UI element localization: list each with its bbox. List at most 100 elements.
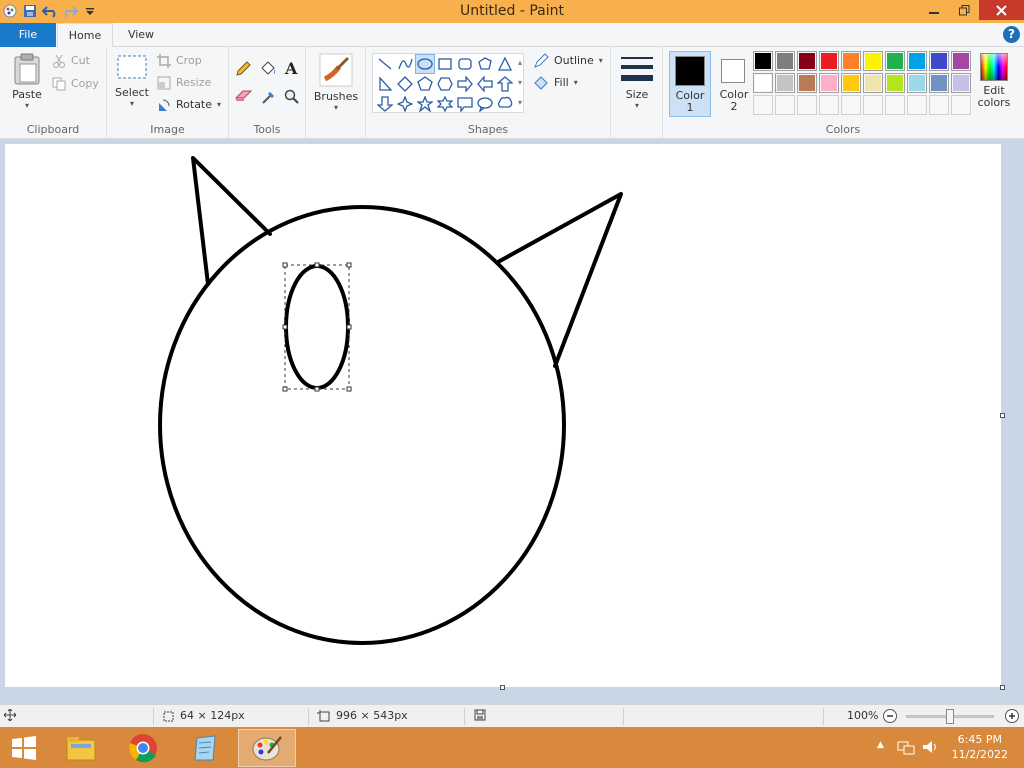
- zoom-out-button[interactable]: [882, 708, 898, 724]
- diamond-shape-icon[interactable]: [395, 74, 415, 94]
- taskbar-chrome[interactable]: [114, 729, 172, 767]
- custom-color-slot[interactable]: [797, 95, 817, 115]
- rounded-rectangle-shape-icon[interactable]: [455, 54, 475, 74]
- four-point-star-shape-icon[interactable]: [395, 94, 415, 114]
- custom-color-slot[interactable]: [863, 95, 883, 115]
- color-swatch[interactable]: [841, 51, 861, 71]
- color-picker-icon[interactable]: [261, 89, 277, 108]
- taskbar-file-explorer[interactable]: [52, 729, 110, 767]
- outline-button[interactable]: Outline ▾: [533, 51, 603, 71]
- color-swatch[interactable]: [775, 51, 795, 71]
- color-swatch[interactable]: [819, 51, 839, 71]
- cloud-callout-shape-icon[interactable]: [495, 94, 515, 114]
- edit-colors-button[interactable]: Edit colors: [977, 53, 1011, 119]
- volume-icon[interactable]: [921, 739, 939, 758]
- select-button[interactable]: Select ▾: [113, 53, 151, 108]
- oval-shape-icon[interactable]: [415, 54, 435, 74]
- color-swatch[interactable]: [907, 51, 927, 71]
- five-point-star-shape-icon[interactable]: [415, 94, 435, 114]
- color-swatch[interactable]: [907, 73, 927, 93]
- network-icon[interactable]: [897, 739, 915, 758]
- pentagon-shape-icon[interactable]: [415, 74, 435, 94]
- text-tool-icon[interactable]: A: [285, 59, 297, 78]
- zoom-in-button[interactable]: [1004, 708, 1020, 724]
- color-swatch[interactable]: [885, 51, 905, 71]
- down-arrow-shape-icon[interactable]: [375, 94, 395, 114]
- canvas-resize-handle-right[interactable]: [1000, 413, 1005, 418]
- color-swatch[interactable]: [885, 73, 905, 93]
- color-swatch[interactable]: [929, 51, 949, 71]
- triangle-shape-icon[interactable]: [495, 54, 515, 74]
- size-button[interactable]: Size ▾: [619, 53, 655, 110]
- brushes-button[interactable]: Brushes ▾: [312, 53, 360, 112]
- color-swatch[interactable]: [951, 73, 971, 93]
- oval-callout-shape-icon[interactable]: [475, 94, 495, 114]
- cursor-position-icon: [4, 709, 16, 721]
- start-button[interactable]: [0, 729, 48, 767]
- drawing-canvas[interactable]: [5, 144, 1001, 687]
- rect-callout-shape-icon[interactable]: [455, 94, 475, 114]
- color-swatch[interactable]: [929, 73, 949, 93]
- show-hidden-icons[interactable]: ▲: [877, 740, 884, 750]
- custom-color-slot[interactable]: [841, 95, 861, 115]
- curve-shape-icon[interactable]: [395, 54, 415, 74]
- zoom-slider-thumb[interactable]: [946, 709, 954, 724]
- color1-button[interactable]: Color 1: [669, 51, 711, 117]
- tab-view[interactable]: View: [118, 23, 164, 47]
- custom-color-slot[interactable]: [929, 95, 949, 115]
- hexagon-shape-icon[interactable]: [435, 74, 455, 94]
- taskbar-paint[interactable]: [238, 729, 296, 767]
- up-arrow-shape-icon[interactable]: [495, 74, 515, 94]
- eraser-icon[interactable]: [234, 89, 253, 106]
- custom-color-slot[interactable]: [885, 95, 905, 115]
- system-clock[interactable]: 6:45 PM 11/2/2022: [952, 732, 1008, 762]
- color2-button[interactable]: Color 2: [715, 51, 753, 117]
- clipboard-group: Paste ▾ Cut Copy Clipboard: [0, 47, 107, 139]
- color-swatch[interactable]: [841, 73, 861, 93]
- selection-box[interactable]: [282, 262, 352, 392]
- magnifier-icon[interactable]: [284, 89, 300, 108]
- color-swatch[interactable]: [863, 73, 883, 93]
- tab-home[interactable]: Home: [57, 23, 113, 48]
- crop-button[interactable]: Crop: [157, 51, 202, 71]
- resize-button[interactable]: Resize: [157, 73, 211, 93]
- rectangle-shape-icon[interactable]: [435, 54, 455, 74]
- custom-color-slot[interactable]: [753, 95, 773, 115]
- help-icon[interactable]: ?: [1003, 26, 1020, 43]
- restore-button[interactable]: [949, 0, 979, 20]
- custom-color-slot[interactable]: [907, 95, 927, 115]
- line-shape-icon[interactable]: [375, 54, 395, 74]
- color-swatch[interactable]: [797, 51, 817, 71]
- tab-file[interactable]: File: [0, 23, 56, 47]
- minimize-button[interactable]: [919, 0, 949, 20]
- fill-button[interactable]: Fill ▾: [533, 73, 578, 93]
- close-button[interactable]: [979, 0, 1024, 20]
- pencil-icon[interactable]: [235, 61, 251, 80]
- rotate-button[interactable]: Rotate ▾: [157, 95, 221, 115]
- color-swatch[interactable]: [819, 73, 839, 93]
- right-triangle-shape-icon[interactable]: [375, 74, 395, 94]
- right-arrow-shape-icon[interactable]: [455, 74, 475, 94]
- color-swatch[interactable]: [863, 51, 883, 71]
- cut-button[interactable]: Cut: [52, 51, 90, 71]
- canvas-resize-handle-bottom[interactable]: [500, 685, 505, 690]
- custom-color-slot[interactable]: [951, 95, 971, 115]
- color-swatch[interactable]: [753, 73, 773, 93]
- color-swatch[interactable]: [951, 51, 971, 71]
- color-swatch[interactable]: [797, 73, 817, 93]
- title-bar: Untitled - Paint: [0, 0, 1024, 23]
- custom-color-slot[interactable]: [775, 95, 795, 115]
- taskbar-notepad[interactable]: [176, 729, 234, 767]
- custom-color-slot[interactable]: [819, 95, 839, 115]
- left-arrow-shape-icon[interactable]: [475, 74, 495, 94]
- polygon-shape-icon[interactable]: [475, 54, 495, 74]
- paste-button[interactable]: Paste ▾: [8, 53, 46, 110]
- fill-bucket-icon[interactable]: [259, 61, 277, 80]
- brushes-group: Brushes ▾: [306, 47, 366, 139]
- copy-button[interactable]: Copy: [52, 74, 99, 94]
- color-swatch[interactable]: [775, 73, 795, 93]
- canvas-resize-handle-corner[interactable]: [1000, 685, 1005, 690]
- six-point-star-shape-icon[interactable]: [435, 94, 455, 114]
- shapes-scroll[interactable]: ▴ ▾ ▾: [515, 53, 525, 113]
- color-swatch[interactable]: [753, 51, 773, 71]
